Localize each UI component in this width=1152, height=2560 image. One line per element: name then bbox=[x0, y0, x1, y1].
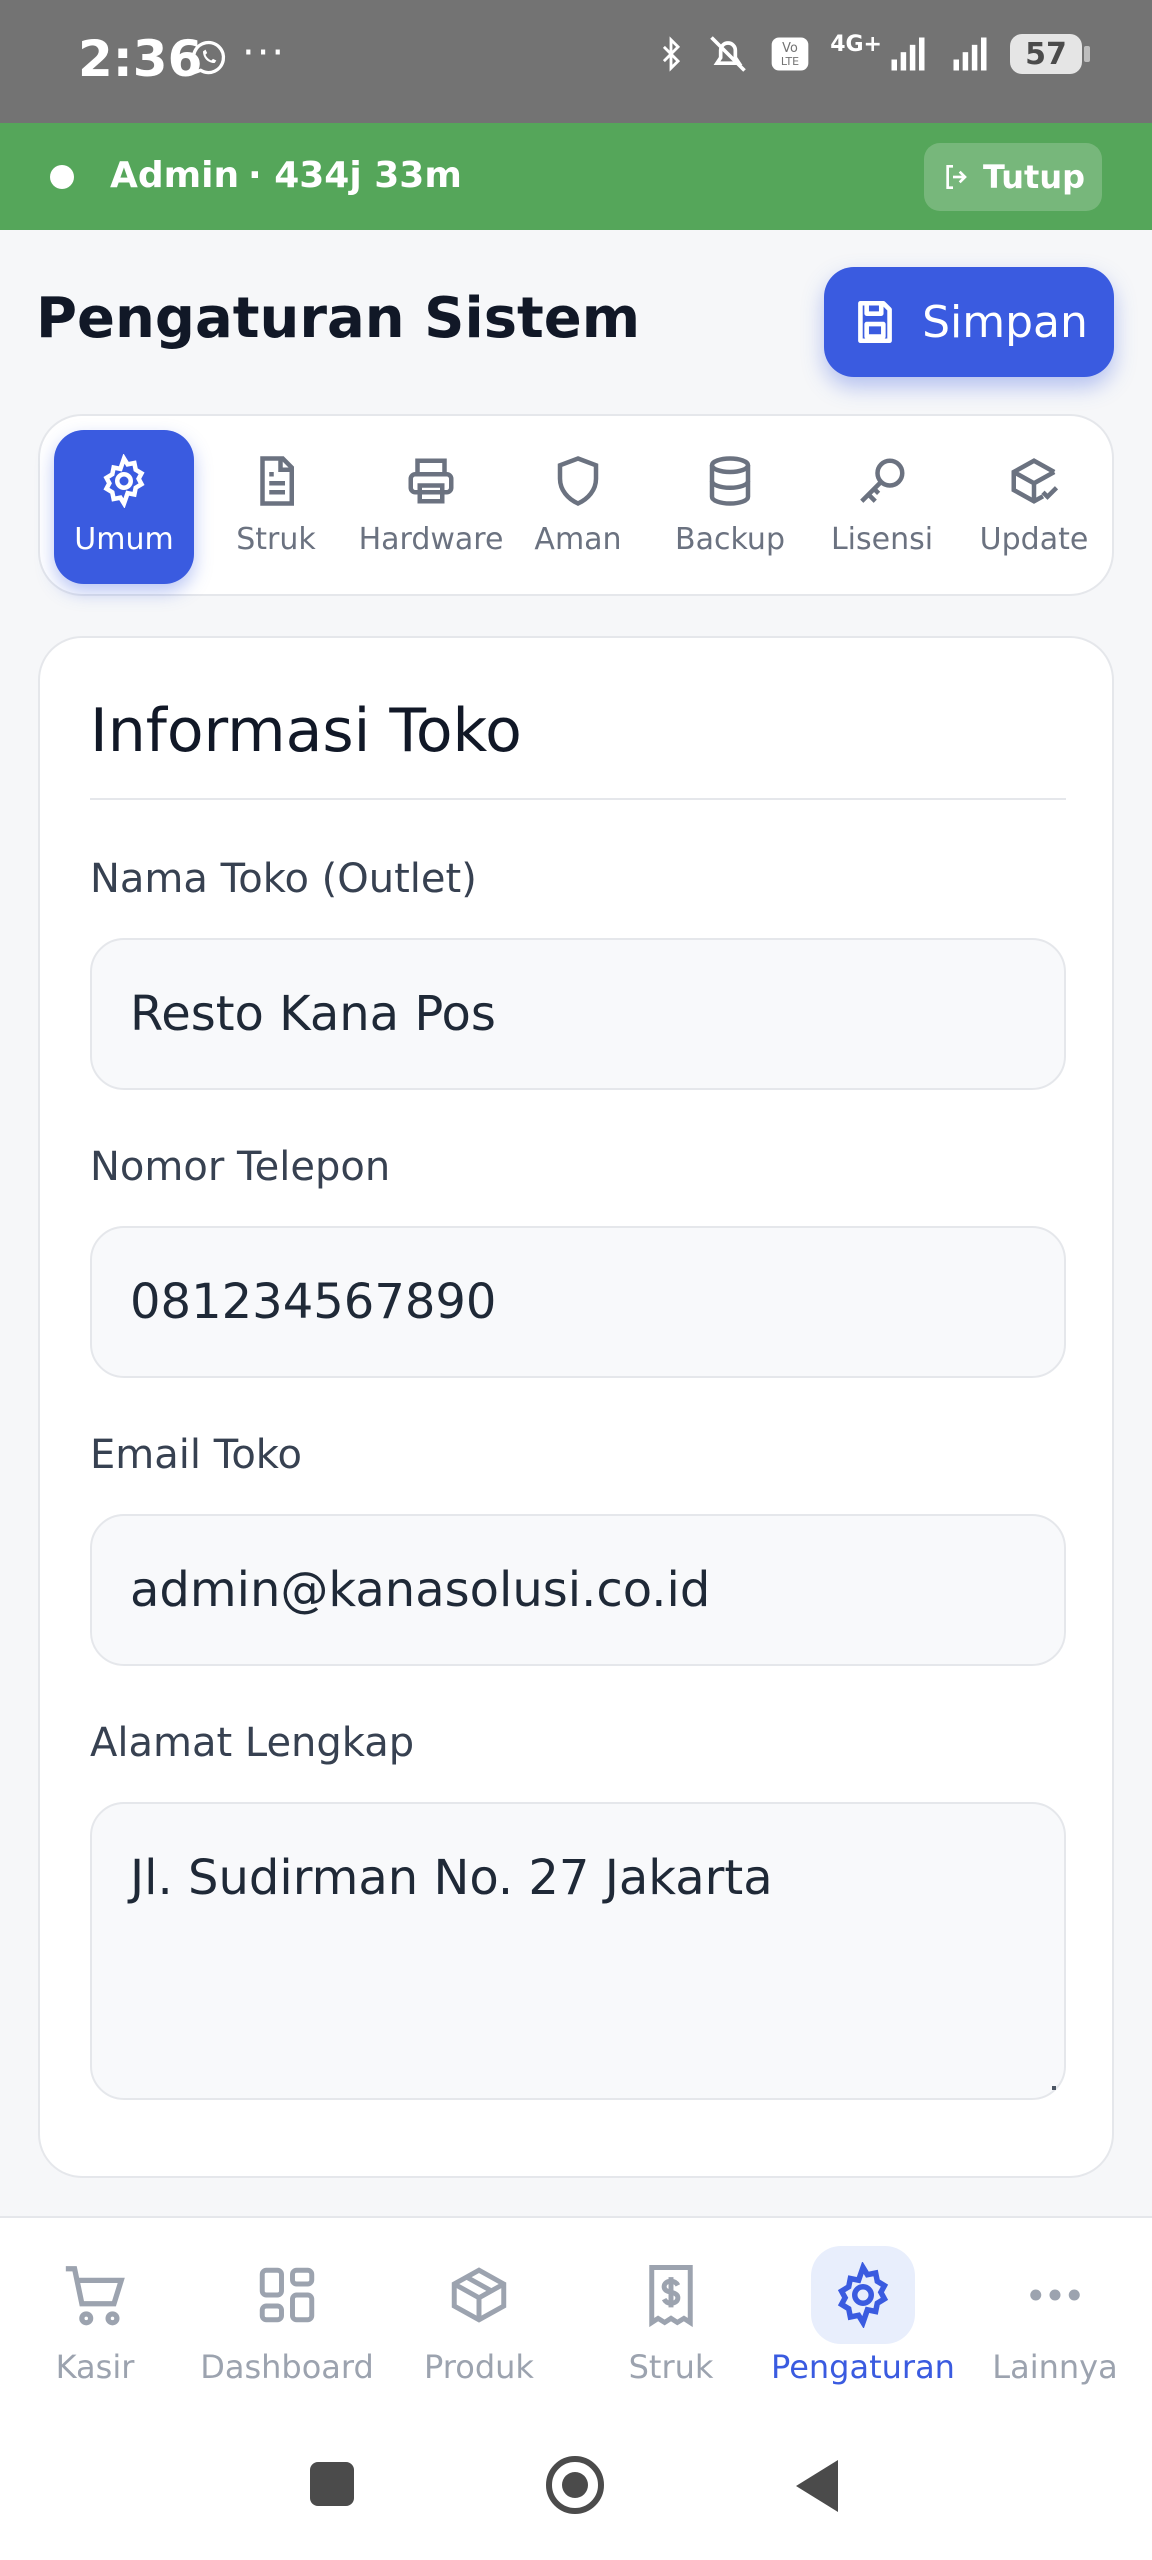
whatsapp-icon bbox=[188, 38, 228, 82]
system-nav-bar bbox=[0, 2416, 1152, 2560]
tab-label: Lisensi bbox=[830, 522, 934, 557]
store-name-input[interactable]: Resto Kana Pos bbox=[90, 938, 1066, 1090]
gear-icon bbox=[103, 454, 145, 508]
gear-icon bbox=[837, 2262, 889, 2328]
signal-icon bbox=[891, 37, 925, 71]
cart-icon bbox=[65, 2266, 125, 2326]
store-name-value: Resto Kana Pos bbox=[130, 986, 496, 1042]
resize-handle[interactable] bbox=[1052, 2086, 1056, 2090]
save-icon bbox=[858, 300, 892, 344]
bottom-nav: Kasir Dashboard Produk Struk Pengaturan … bbox=[0, 2216, 1152, 2416]
store-name-label: Nama Toko (Outlet) bbox=[90, 856, 477, 902]
phone-value: 081234567890 bbox=[130, 1274, 497, 1330]
nav-label: Kasir bbox=[55, 2348, 135, 2386]
tab-label: Aman bbox=[534, 522, 622, 557]
email-input[interactable]: admin@kanasolusi.co.id bbox=[90, 1514, 1066, 1666]
tab-label: Struk bbox=[236, 522, 316, 557]
more-notifications-icon: ··· bbox=[242, 30, 287, 76]
tab-aman[interactable]: Aman bbox=[508, 430, 648, 584]
session-duration: · 434j 33m bbox=[248, 155, 462, 196]
tab-lisensi[interactable]: Lisensi bbox=[812, 430, 952, 584]
back-button[interactable] bbox=[796, 2460, 838, 2512]
tab-hardware[interactable]: Hardware bbox=[356, 430, 506, 584]
tab-label: Hardware bbox=[358, 522, 504, 557]
email-label: Email Toko bbox=[90, 1432, 303, 1478]
nav-label: Produk bbox=[424, 2348, 534, 2386]
svg-text:LTE: LTE bbox=[781, 55, 799, 68]
nav-lainnya[interactable]: Lainnya bbox=[960, 2246, 1150, 2386]
recents-button[interactable] bbox=[310, 2462, 354, 2506]
address-value: Jl. Sudirman No. 27 Jakarta bbox=[130, 1850, 773, 1906]
session-bar: Admin · 434j 33m Tutup bbox=[0, 123, 1152, 230]
nav-label: Lainnya bbox=[992, 2348, 1118, 2386]
printer-icon bbox=[408, 458, 454, 504]
section-title: Informasi Toko bbox=[90, 696, 522, 766]
address-textarea[interactable]: Jl. Sudirman No. 27 Jakarta bbox=[90, 1802, 1066, 2100]
nav-label: Pengaturan bbox=[771, 2348, 955, 2386]
nav-label: Struk bbox=[628, 2348, 714, 2386]
network-type: 4G+ bbox=[830, 31, 882, 57]
nav-dashboard[interactable]: Dashboard bbox=[192, 2246, 382, 2386]
phone-input[interactable]: 081234567890 bbox=[90, 1226, 1066, 1378]
phone-label: Nomor Telepon bbox=[90, 1144, 391, 1190]
database-icon bbox=[709, 456, 751, 506]
status-icons: Vo LTE 4G+ 57 bbox=[654, 31, 1090, 76]
mute-bell-icon bbox=[710, 36, 746, 72]
status-time: 2:36 bbox=[78, 30, 203, 88]
document-icon bbox=[260, 456, 294, 506]
signal-icon-2 bbox=[953, 37, 987, 71]
key-icon bbox=[860, 458, 905, 503]
nav-struk[interactable]: Struk bbox=[576, 2246, 766, 2386]
tab-umum[interactable]: Umum bbox=[54, 430, 194, 584]
tab-backup[interactable]: Backup bbox=[660, 430, 800, 584]
bluetooth-icon bbox=[663, 36, 681, 72]
settings-tabs: Umum Struk Hardware Aman Backup Lisensi … bbox=[38, 414, 1114, 596]
nav-kasir[interactable]: Kasir bbox=[0, 2246, 190, 2386]
home-button[interactable] bbox=[546, 2456, 604, 2514]
divider bbox=[90, 798, 1066, 800]
save-button[interactable]: Simpan bbox=[824, 267, 1114, 377]
volte-icon: VoLTE bbox=[771, 37, 809, 71]
page-title: Pengaturan Sistem bbox=[36, 286, 641, 351]
logout-icon bbox=[946, 165, 967, 189]
more-icon bbox=[1030, 2289, 1080, 2301]
shield-icon bbox=[557, 456, 599, 506]
tab-label: Update bbox=[979, 522, 1089, 557]
tab-update[interactable]: Update bbox=[964, 430, 1104, 584]
nav-label: Dashboard bbox=[200, 2348, 374, 2386]
package-check-icon bbox=[1011, 458, 1059, 504]
tab-label: Backup bbox=[675, 522, 785, 557]
tab-label: Umum bbox=[74, 522, 174, 557]
battery-indicator: 57 bbox=[1010, 34, 1090, 74]
tab-struk[interactable]: Struk bbox=[206, 430, 346, 584]
status-bar: 2:36 ··· Vo LTE 4G+ 57 bbox=[0, 0, 1152, 123]
box-icon bbox=[451, 2267, 507, 2323]
session-user: Admin bbox=[110, 155, 240, 196]
receipt-icon bbox=[649, 2265, 693, 2328]
dashboard-icon bbox=[259, 2267, 315, 2323]
nav-produk[interactable]: Produk bbox=[384, 2246, 574, 2386]
logout-button[interactable]: Tutup bbox=[924, 143, 1102, 211]
address-label: Alamat Lengkap bbox=[90, 1720, 415, 1766]
online-indicator bbox=[50, 165, 74, 189]
save-label: Simpan bbox=[922, 296, 1088, 348]
nav-pengaturan[interactable]: Pengaturan bbox=[768, 2246, 958, 2386]
store-info-card: Informasi Toko Nama Toko (Outlet) Resto … bbox=[38, 636, 1114, 2178]
email-value: admin@kanasolusi.co.id bbox=[130, 1562, 711, 1618]
svg-text:Vo: Vo bbox=[782, 41, 798, 56]
logout-label: Tutup bbox=[982, 158, 1086, 196]
